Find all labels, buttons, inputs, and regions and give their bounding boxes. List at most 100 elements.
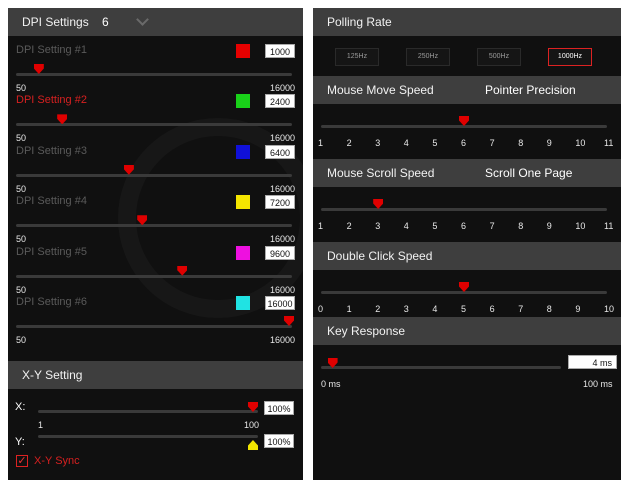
scroll-tick-label: 1 <box>318 221 324 231</box>
key-response-header: Key Response <box>313 317 621 345</box>
dblclick-tick-label: 2 <box>375 304 381 314</box>
dpi-value-box[interactable]: 9600 <box>265 245 295 260</box>
scroll-slider-track[interactable] <box>321 208 607 211</box>
dpi-max-label: 16000 <box>270 284 296 295</box>
pointer-precision-label[interactable]: Pointer Precision <box>485 76 576 104</box>
dblclick-tick-label: 4 <box>432 304 438 314</box>
dblclick-tick-label: 1 <box>346 304 352 314</box>
key-response-value-box[interactable]: 4 ms <box>568 355 617 369</box>
move-tick-label: 11 <box>604 138 614 148</box>
move-tick-label: 9 <box>546 138 552 148</box>
dpi-min-label: 50 <box>16 83 27 93</box>
xy-sync-checkbox[interactable]: ✓ <box>16 455 28 467</box>
scroll-one-page-label[interactable]: Scroll One Page <box>485 159 572 187</box>
scroll-tick-label: 2 <box>346 221 352 231</box>
dpi-setting-label: DPI Setting #2 <box>16 94 87 107</box>
dpi-setting-label: DPI Setting #1 <box>16 44 87 56</box>
dblclick-tick-label: 10 <box>604 304 615 314</box>
dpi-color-swatch[interactable] <box>236 245 250 260</box>
dpi-value-box[interactable]: 16000 <box>265 296 295 310</box>
double-click-speed-header: Double Click Speed <box>313 242 621 270</box>
dpi-max-label: 16000 <box>270 335 296 345</box>
dpi-setting-label: DPI Setting #5 <box>16 245 87 258</box>
x-max-label: 100 <box>244 420 260 430</box>
dpi-color-swatch[interactable] <box>236 44 250 58</box>
dpi-setting-label: DPI Setting #4 <box>16 195 87 208</box>
dpi-value-box[interactable]: 1000 <box>265 44 295 58</box>
dpi-color-swatch[interactable] <box>236 195 250 210</box>
dpi-settings-header: DPI Settings <box>8 8 303 36</box>
dblclick-tick-label: 5 <box>461 304 467 314</box>
xy-sync-label: X-Y Sync <box>34 455 80 467</box>
dpi-slider-track[interactable] <box>16 325 292 328</box>
move-tick-label: 8 <box>518 138 524 148</box>
dpi-min-label: 50 <box>16 183 27 194</box>
dpi-slider-track[interactable] <box>16 173 292 177</box>
dpi-min-label: 50 <box>16 234 27 245</box>
dpi-slider-track[interactable] <box>16 123 292 127</box>
polling-rate-header: Polling Rate <box>313 8 621 36</box>
dpi-slider-track[interactable] <box>16 73 292 76</box>
move-tick-label: 10 <box>575 138 586 148</box>
xy-setting-header: X-Y Setting <box>8 361 303 389</box>
dpi-count-select[interactable]: 6 <box>102 8 109 36</box>
dblclick-tick-label: 0 <box>318 304 324 314</box>
key-response-slider-track[interactable] <box>321 366 561 369</box>
key-response-min-label: 0 ms <box>321 379 341 389</box>
move-tick-label: 7 <box>489 138 495 148</box>
dpi-max-label: 16000 <box>270 234 296 245</box>
dpi-color-swatch[interactable] <box>236 144 250 159</box>
dpi-setting-label: DPI Setting #6 <box>16 296 87 308</box>
dblclick-tick-label: 8 <box>546 304 552 314</box>
settings-panel: Polling Rate 125Hz 250Hz 500Hz 1000Hz Mouse… <box>313 8 621 480</box>
dpi-slider-track[interactable] <box>16 224 292 228</box>
scroll-tick-label: 3 <box>375 221 381 231</box>
dblclick-tick-label: 6 <box>489 304 495 314</box>
dblclick-tick-label: 7 <box>518 304 524 314</box>
scroll-tick-label: 9 <box>546 221 552 231</box>
dpi-min-label: 50 <box>16 284 27 295</box>
dpi-value-box[interactable]: 6400 <box>265 144 295 159</box>
dblclick-tick-label: 9 <box>575 304 581 314</box>
x-axis-label: X: <box>15 401 26 413</box>
y-slider-thumb[interactable] <box>248 440 258 450</box>
dpi-setting-label: DPI Setting #3 <box>16 144 87 157</box>
scroll-tick-label: 4 <box>403 221 409 231</box>
scroll-tick-label: 8 <box>518 221 524 231</box>
y-slider-track[interactable] <box>38 435 258 438</box>
scroll-tick-label: 7 <box>489 221 495 231</box>
dblclick-tick-label: 3 <box>403 304 409 314</box>
scroll-tick-label: 10 <box>575 221 586 231</box>
move-tick-label: 6 <box>461 138 467 148</box>
scroll-tick-label: 6 <box>461 221 467 231</box>
polling-rate-button[interactable]: 250Hz <box>406 48 450 66</box>
mouse-scroll-speed-header: Mouse Scroll Speed <box>313 159 621 187</box>
x-min-label: 1 <box>38 420 44 430</box>
mouse-scroll-speed-title: Mouse Scroll Speed <box>327 166 435 180</box>
polling-rate-title: Polling Rate <box>327 15 392 29</box>
dpi-settings-title: DPI Settings <box>22 15 89 29</box>
move-tick-label: 1 <box>318 138 324 148</box>
move-tick-label: 3 <box>375 138 381 148</box>
key-response-max-label: 100 ms <box>583 379 613 389</box>
x-slider-track[interactable] <box>38 410 258 413</box>
polling-rate-button[interactable]: 125Hz <box>335 48 379 66</box>
polling-rate-button[interactable]: 1000Hz <box>548 48 592 66</box>
x-value-box[interactable]: 100% <box>264 401 294 415</box>
dpi-min-label: 50 <box>16 133 27 144</box>
dpi-panel: DPI Settings 6 DPI Setting #1 1000 50 16000… <box>8 8 303 480</box>
dpi-value-box[interactable]: 7200 <box>265 195 295 210</box>
y-value-box[interactable]: 100% <box>264 434 294 448</box>
polling-rate-button[interactable]: 500Hz <box>477 48 521 66</box>
dpi-color-swatch[interactable] <box>236 94 250 109</box>
dpi-max-label: 16000 <box>270 133 296 144</box>
move-tick-label: 5 <box>432 138 438 148</box>
dpi-value-box[interactable]: 2400 <box>265 94 295 109</box>
checkmark-icon: ✓ <box>17 455 27 467</box>
xy-setting-title: X-Y Setting <box>22 368 83 382</box>
dpi-max-label: 16000 <box>270 183 296 194</box>
dpi-color-swatch[interactable] <box>236 296 250 310</box>
scroll-tick-label: 5 <box>432 221 438 231</box>
dpi-slider-track[interactable] <box>16 274 292 278</box>
dpi-min-label: 50 <box>16 335 27 345</box>
